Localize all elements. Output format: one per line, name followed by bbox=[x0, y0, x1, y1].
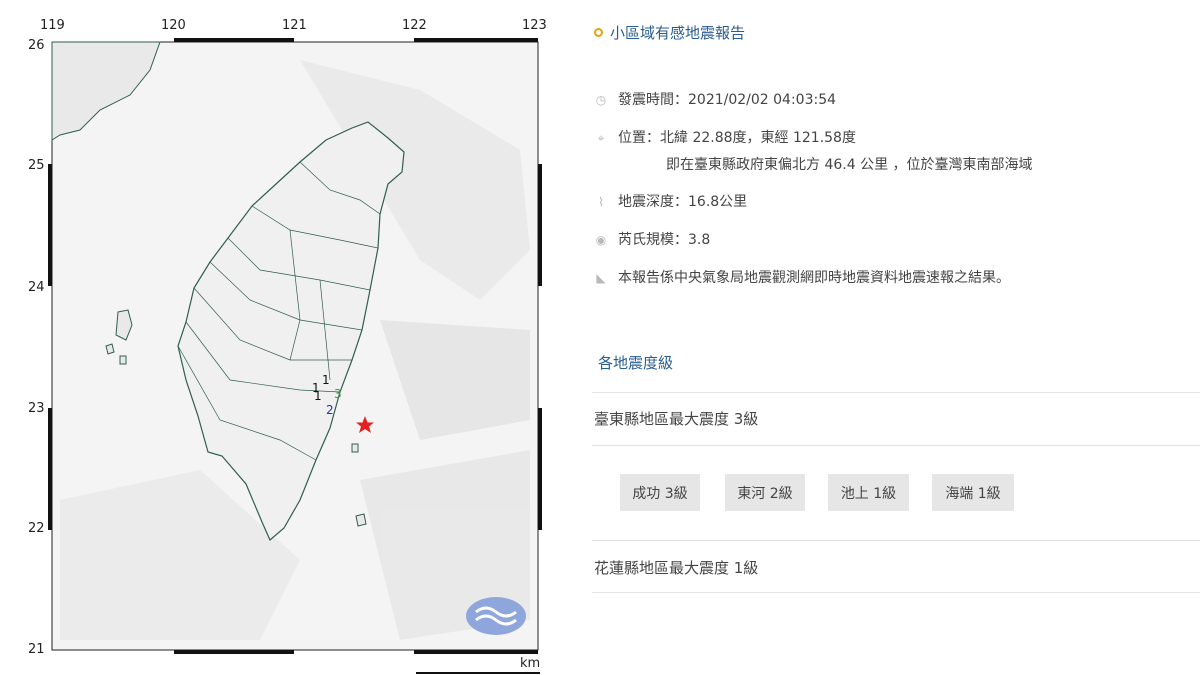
green-island bbox=[351, 443, 359, 453]
note-row: ◣ 本報告係中央氣象局地震觀測網即時地震資料地震速報之結果。 bbox=[594, 268, 1010, 288]
quake-time: 發震時間：2021/02/02 04:03:54 bbox=[618, 92, 837, 108]
station-chip: 東河 2級 bbox=[725, 474, 805, 511]
lon-tick: 121 bbox=[282, 18, 307, 33]
km-scale-bar bbox=[416, 672, 540, 674]
quake-location: 位置：北緯 22.88度，東經 121.58度 bbox=[618, 130, 856, 146]
lat-tick: 21 bbox=[28, 642, 45, 657]
divider bbox=[592, 392, 1200, 393]
quake-depth: 地震深度：16.8公里 bbox=[618, 194, 748, 210]
report-panel: 小區域有感地震報告 ◷ 發震時間：2021/02/02 04:03:54 ⌖ 位… bbox=[592, 0, 1200, 675]
lon-tick: 122 bbox=[402, 18, 427, 33]
report-header: 小區域有感地震報告 bbox=[594, 22, 745, 43]
report-note: 本報告係中央氣象局地震觀測網即時地震資料地震速報之結果。 bbox=[618, 270, 1010, 286]
quake-magnitude: 芮氏規模：3.8 bbox=[618, 232, 711, 248]
intensity-section-title: 各地震度級 bbox=[598, 354, 674, 372]
station-chip: 池上 1級 bbox=[828, 474, 909, 511]
megaphone-icon: ◣ bbox=[596, 271, 606, 285]
report-title: 小區域有感地震報告 bbox=[610, 24, 746, 42]
lat-tick: 25 bbox=[28, 158, 45, 173]
divider bbox=[592, 445, 1200, 446]
km-label: km bbox=[520, 656, 541, 671]
divider bbox=[592, 540, 1200, 541]
lat-tick: 24 bbox=[28, 280, 45, 295]
station-marker: 2 bbox=[326, 403, 334, 417]
divider bbox=[592, 592, 1200, 593]
lat-tick: 22 bbox=[28, 521, 45, 536]
map-pin-icon: ⌖ bbox=[597, 131, 605, 145]
station-chip: 成功 3級 bbox=[620, 474, 700, 511]
station-marker: 1 bbox=[314, 389, 322, 403]
lon-tick: 120 bbox=[161, 18, 186, 33]
wave-icon: ⌇ bbox=[598, 195, 604, 209]
location-detail: 即在臺東縣政府東偏北方 46.4 公里 ，位於臺灣東南部海域 bbox=[666, 157, 1033, 173]
lat-tick: 23 bbox=[28, 401, 45, 416]
earthquake-map: 1 1 1 3 2 119 120 121 122 123 26 25 24 2… bbox=[0, 0, 560, 675]
clock-icon: ◷ bbox=[595, 93, 607, 107]
location-row: ⌖ 位置：北緯 22.88度，東經 121.58度 bbox=[594, 128, 856, 148]
depth-row: ⌇ 地震深度：16.8公里 bbox=[594, 192, 747, 212]
county-max-intensity-hualien: 花蓮縣地區最大震度 1級 bbox=[594, 559, 759, 577]
lon-tick: 123 bbox=[522, 18, 547, 33]
station-marker: 3 bbox=[334, 387, 342, 401]
lon-tick: 119 bbox=[40, 18, 65, 33]
signal-icon: ◉ bbox=[595, 233, 607, 247]
lat-tick: 26 bbox=[28, 38, 45, 53]
magnitude-row: ◉ 芮氏規模：3.8 bbox=[594, 230, 711, 250]
station-chip: 海端 1級 bbox=[932, 474, 1014, 511]
county-max-intensity-taitung: 臺東縣地區最大震度 3級 bbox=[594, 410, 759, 428]
cwb-logo bbox=[466, 597, 526, 635]
station-marker: 1 bbox=[322, 373, 330, 387]
map-canvas: 1 1 1 3 2 bbox=[48, 38, 542, 674]
orchid-island bbox=[355, 513, 367, 527]
circle-icon bbox=[594, 28, 603, 37]
time-row: ◷ 發震時間：2021/02/02 04:03:54 bbox=[594, 90, 836, 110]
